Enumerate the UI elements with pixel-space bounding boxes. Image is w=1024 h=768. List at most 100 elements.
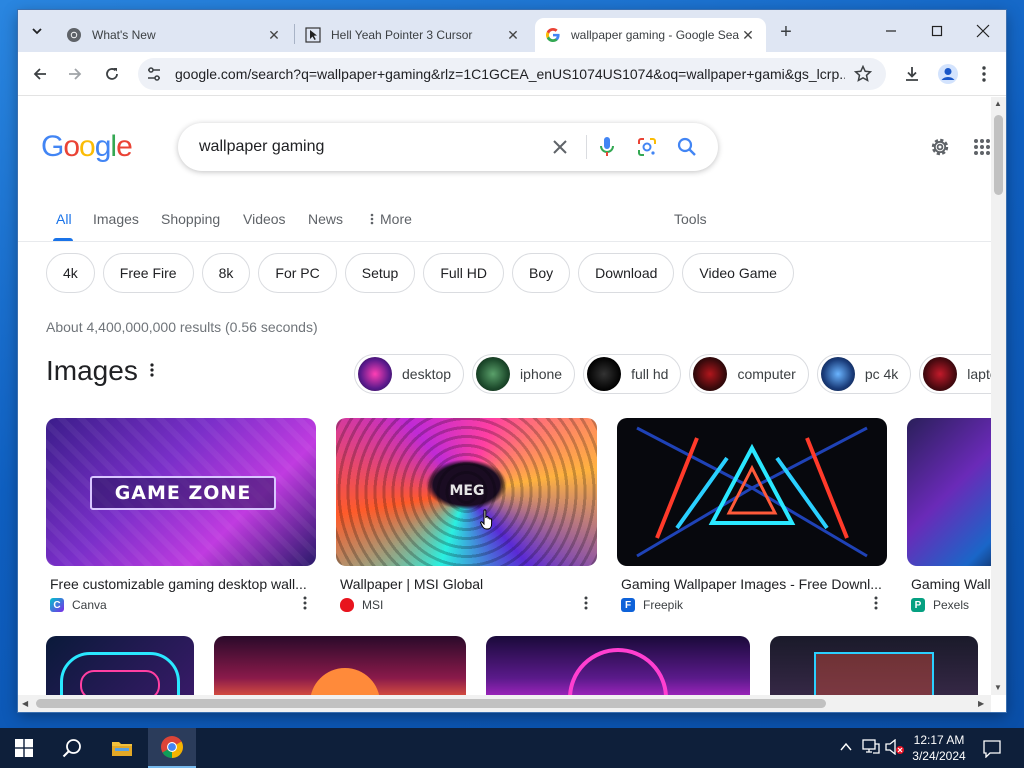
settings-button[interactable]	[927, 134, 953, 160]
chip-setup[interactable]: Setup	[344, 253, 416, 293]
site-settings-icon[interactable]	[146, 66, 162, 82]
neon-triangle-art	[636, 426, 868, 558]
tab-shopping[interactable]: Shopping	[161, 211, 220, 227]
vertical-scrollbar-thumb[interactable]	[994, 115, 1003, 195]
file-explorer-button[interactable]	[98, 728, 146, 768]
notification-icon[interactable]	[983, 740, 1001, 758]
network-icon[interactable]	[862, 739, 880, 755]
bookmark-star-icon[interactable]	[854, 65, 872, 83]
chip-4k[interactable]: 4k	[46, 253, 95, 293]
minimize-button[interactable]	[868, 16, 914, 46]
start-button[interactable]	[0, 728, 48, 768]
tray-chevron-up-icon[interactable]	[840, 742, 852, 752]
google-apps-button[interactable]	[969, 134, 991, 160]
image-result-thumbnail[interactable]	[46, 636, 194, 695]
new-tab-button[interactable]: +	[775, 19, 797, 45]
related-chip-iphone[interactable]: iphone	[472, 354, 576, 394]
system-clock[interactable]: 12:17 AM 3/24/2024	[908, 732, 970, 764]
clear-search-button[interactable]	[548, 135, 572, 159]
scroll-left-arrow-icon[interactable]: ◀	[22, 699, 28, 708]
gear-icon	[931, 138, 949, 156]
chip-free-fire[interactable]: Free Fire	[102, 253, 194, 293]
voice-search-button[interactable]	[595, 135, 619, 159]
tab-all[interactable]: All	[56, 211, 72, 227]
result-thumbnail[interactable]	[617, 418, 887, 566]
tab-search-button[interactable]	[24, 18, 50, 44]
more-vertical-icon[interactable]	[303, 596, 307, 610]
result-caption[interactable]: Gaming Wallpaper Images - Free Downl...	[621, 576, 883, 592]
apps-grid-icon	[974, 139, 990, 155]
scroll-right-arrow-icon[interactable]: ▶	[978, 699, 984, 708]
related-chip-computer[interactable]: computer	[689, 354, 809, 394]
result-caption[interactable]: Gaming Wall	[911, 576, 991, 592]
result-thumbnail[interactable]: GAME ZONE	[46, 418, 316, 566]
related-thumbnail	[693, 357, 728, 391]
tab-whats-new[interactable]: What's New ✕	[56, 18, 292, 52]
search-submit-button[interactable]	[675, 135, 699, 159]
more-vertical-icon[interactable]	[584, 596, 588, 610]
chip-download[interactable]: Download	[578, 253, 675, 293]
chip-full-hd[interactable]: Full HD	[423, 253, 504, 293]
result-source[interactable]: MSI	[340, 598, 383, 612]
image-result-thumbnail[interactable]	[486, 636, 750, 695]
result-caption[interactable]: Wallpaper | MSI Global	[340, 576, 593, 592]
tab-wallpaper-gaming[interactable]: wallpaper gaming - Google Sea ✕	[535, 18, 766, 52]
tab-images[interactable]: Images	[93, 211, 139, 227]
close-tab-icon[interactable]: ✕	[740, 27, 756, 44]
chevron-down-icon	[32, 28, 42, 35]
clock-time: 12:17 AM	[913, 733, 965, 747]
related-thumbnail	[923, 357, 958, 391]
maximize-button[interactable]	[914, 16, 960, 46]
result-source[interactable]: C Canva	[50, 598, 107, 612]
search-input[interactable]: wallpaper gaming	[199, 123, 324, 171]
search-results-page: Google wallpaper gaming All Images Shopp…	[18, 97, 991, 695]
taskbar-search-button[interactable]	[48, 728, 96, 768]
result-thumbnail[interactable]	[907, 418, 991, 566]
arrow-left-icon	[33, 68, 46, 80]
chip-boy[interactable]: Boy	[512, 253, 571, 293]
scroll-down-arrow-icon[interactable]: ▼	[994, 683, 1002, 692]
images-more-icon[interactable]	[150, 363, 154, 377]
neon-text-shape	[80, 670, 160, 695]
chrome-taskbar-button[interactable]	[148, 728, 196, 768]
result-caption[interactable]: Free customizable gaming desktop wall...	[50, 576, 312, 592]
related-chip-desktop[interactable]: desktop	[354, 354, 465, 394]
close-tab-icon[interactable]: ✕	[266, 27, 282, 44]
tab-news[interactable]: News	[308, 211, 343, 227]
related-chip-laptop[interactable]: laptop	[919, 354, 991, 394]
tab-videos[interactable]: Videos	[243, 211, 286, 227]
horizontal-scrollbar[interactable]: ◀ ▶	[18, 695, 991, 712]
related-chip-pc-4k[interactable]: pc 4k	[816, 354, 912, 394]
vertical-scrollbar[interactable]: ▲ ▼	[991, 97, 1006, 695]
google-lens-icon	[638, 138, 656, 156]
downloads-button[interactable]	[898, 60, 926, 88]
chip-for-pc[interactable]: For PC	[258, 253, 337, 293]
result-source[interactable]: P Pexels	[911, 598, 969, 612]
chip-8k[interactable]: 8k	[201, 253, 251, 293]
profile-button[interactable]	[934, 60, 962, 88]
tools-button[interactable]: Tools	[674, 211, 707, 227]
back-button[interactable]	[26, 60, 54, 88]
close-tab-icon[interactable]: ✕	[505, 27, 521, 44]
close-window-button[interactable]	[960, 16, 1006, 46]
result-thumbnail[interactable]: MEG	[336, 418, 597, 566]
forward-button[interactable]	[61, 60, 89, 88]
image-result-thumbnail[interactable]	[214, 636, 466, 695]
result-source[interactable]: F Freepik	[621, 598, 683, 612]
address-bar[interactable]: google.com/search?q=wallpaper+gaming&rlz…	[138, 58, 886, 90]
profile-avatar-icon	[938, 64, 958, 84]
image-result-thumbnail[interactable]	[770, 636, 978, 695]
tab-more[interactable]: More	[370, 211, 412, 227]
scroll-up-arrow-icon[interactable]: ▲	[994, 99, 1002, 108]
google-logo[interactable]: Google	[41, 130, 133, 164]
volume-muted-icon[interactable]	[885, 739, 905, 755]
horizontal-scrollbar-thumb[interactable]	[36, 699, 826, 708]
reload-button[interactable]	[98, 60, 126, 88]
related-chip-full-hd[interactable]: full hd	[583, 354, 682, 394]
chip-video-game[interactable]: Video Game	[682, 253, 794, 293]
search-box[interactable]: wallpaper gaming	[178, 123, 718, 171]
browser-menu-button[interactable]	[970, 60, 998, 88]
tab-hell-yeah-pointer[interactable]: Hell Yeah Pointer 3 Cursor ✕	[295, 18, 531, 52]
more-vertical-icon[interactable]	[874, 596, 878, 610]
lens-search-button[interactable]	[635, 135, 659, 159]
